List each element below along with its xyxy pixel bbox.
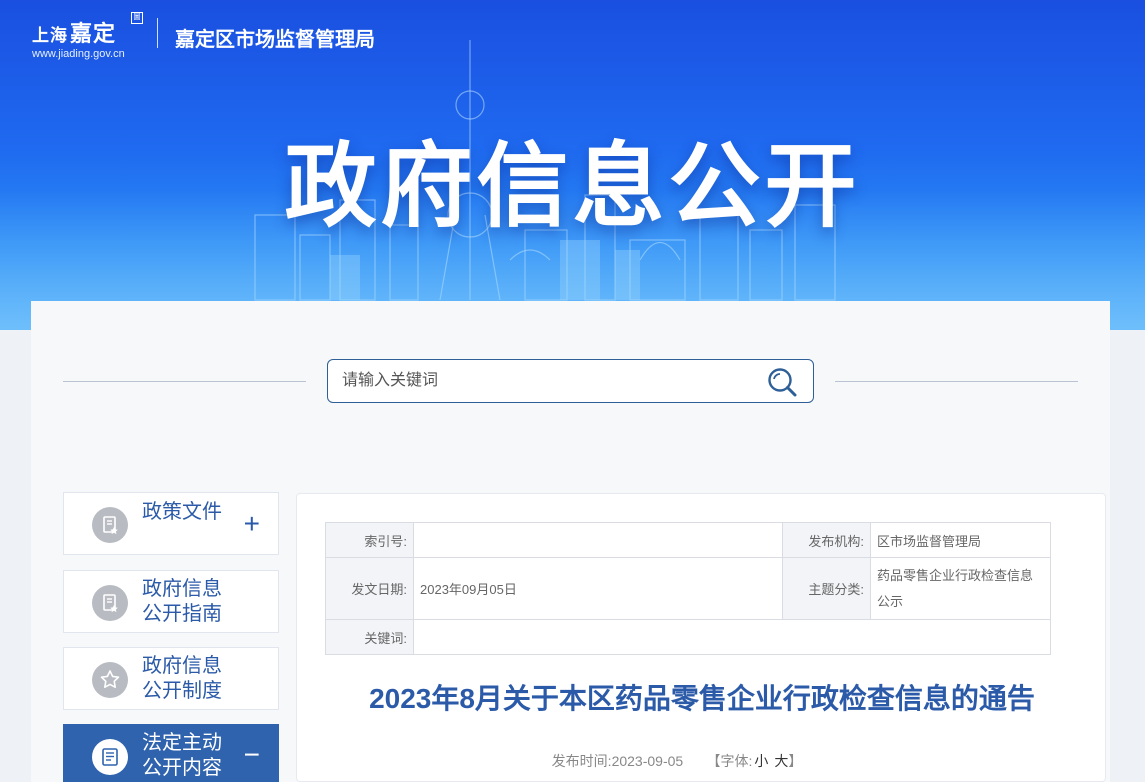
- publish-date: 2023-09-05: [611, 753, 684, 769]
- publisher-label: 发布机构:: [782, 522, 871, 558]
- logo-text: 上海嘉定: [32, 16, 116, 48]
- sidebar-item-disclosure-guide[interactable]: 政府信息 公开指南: [63, 570, 279, 633]
- sidebar-item-label-line2: 公开内容: [142, 757, 222, 779]
- search-icon[interactable]: [766, 366, 798, 398]
- search-divider-right: [835, 381, 1078, 382]
- star-icon: [92, 662, 128, 698]
- sidebar-item-label-line1: 法定主动: [142, 732, 222, 754]
- sidebar-item-label: 政府信息 公开指南: [142, 577, 222, 627]
- publish-info: 发布时间:2023-09-05 【字体: 小 大】: [297, 751, 1057, 771]
- document-content: 索引号: 发布机构: 区市场监督管理局 发文日期: 2023年09月05日 主题…: [296, 493, 1106, 782]
- keywords-value: [413, 619, 1051, 655]
- agency-name[interactable]: 嘉定区市场监督管理局: [175, 23, 375, 52]
- logo-prefix: 上海: [32, 26, 68, 45]
- index-no-value: [413, 522, 783, 558]
- topic-value: 药品零售企业行政检查信息公示: [870, 557, 1051, 620]
- sidebar-item-label: 政府信息 公开制度: [142, 654, 222, 704]
- date-label: 发文日期:: [325, 557, 414, 620]
- logo-url: www.jiading.gov.cn: [32, 48, 125, 60]
- sidebar-item-label: 法定主动 公开内容: [142, 731, 222, 781]
- publisher-value: 区市场监督管理局: [870, 522, 1051, 558]
- font-size-label: 【字体:: [706, 753, 753, 769]
- topic-label: 主题分类:: [782, 557, 871, 620]
- banner-title: 政府信息公开: [284, 136, 861, 238]
- collapse-icon[interactable]: −: [244, 741, 260, 769]
- sidebar-item-label-line2: 公开制度: [142, 680, 222, 702]
- document-title: 2023年8月关于本区药品零售企业行政检查信息的通告: [369, 683, 1035, 714]
- sidebar-item-statutory-disclosure[interactable]: 法定主动 公开内容 −: [63, 724, 279, 782]
- sidebar-item-label: 政策文件: [142, 501, 222, 523]
- search-box: [327, 359, 814, 403]
- sidebar-item-policy-documents[interactable]: 政策文件 +: [63, 492, 279, 555]
- font-size-close: 】: [788, 753, 803, 769]
- font-large-button[interactable]: 大: [774, 753, 788, 769]
- logo-brand: 嘉定: [70, 21, 117, 47]
- search-input[interactable]: [342, 360, 752, 402]
- date-value: 2023年09月05日: [413, 557, 783, 620]
- list-document-icon: [92, 739, 128, 775]
- site-logo[interactable]: 上海嘉定 圖 www.jiading.gov.cn: [30, 10, 150, 65]
- sidebar-item-label-line1: 政府信息: [142, 578, 222, 600]
- font-small-button[interactable]: 小: [754, 753, 768, 769]
- document-star-icon: [92, 585, 128, 621]
- document-star-icon: [92, 507, 128, 543]
- sidebar-item-label-line2: 公开指南: [142, 603, 222, 625]
- logo-seal: 圖: [131, 12, 143, 24]
- index-no-label: 索引号:: [325, 522, 414, 558]
- sidebar-item-disclosure-system[interactable]: 政府信息 公开制度: [63, 647, 279, 710]
- publish-label: 发布时间:: [551, 753, 612, 769]
- logo-divider: [157, 18, 158, 48]
- main-panel: 政策文件 + 政府信息 公开指南 政府信息 公开制度: [31, 301, 1110, 782]
- search-divider-left: [63, 381, 306, 382]
- keywords-label: 关键词:: [325, 619, 414, 655]
- document-meta-table: 索引号: 发布机构: 区市场监督管理局 发文日期: 2023年09月05日 主题…: [325, 522, 1051, 655]
- sidebar-item-label-line1: 政府信息: [142, 655, 222, 677]
- expand-icon[interactable]: +: [244, 510, 260, 538]
- header-banner: 上海嘉定 圖 www.jiading.gov.cn 嘉定区市场监督管理局 政府信…: [0, 0, 1145, 330]
